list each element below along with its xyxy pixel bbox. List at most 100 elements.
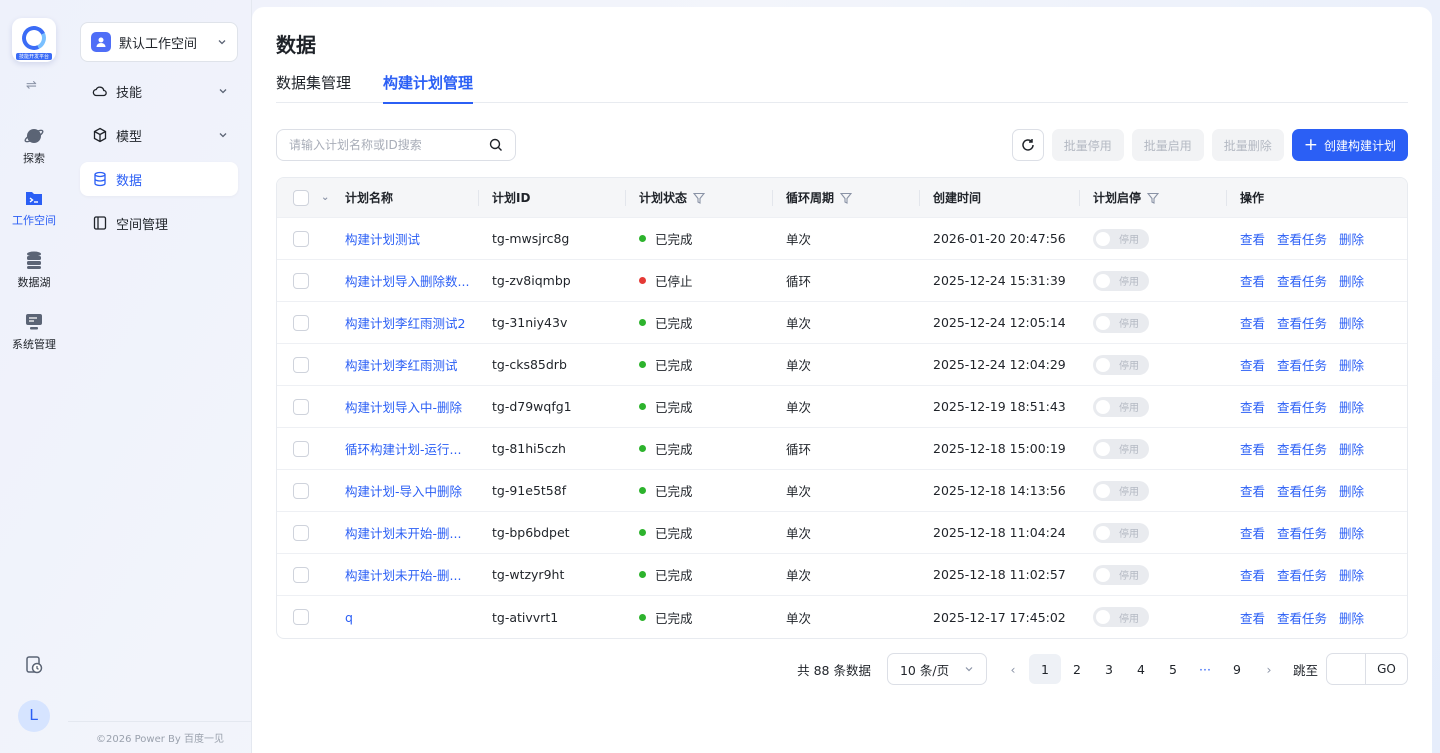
filter-icon[interactable] — [840, 192, 853, 204]
delete-link[interactable]: 删除 — [1339, 271, 1364, 290]
row-checkbox[interactable] — [293, 398, 309, 415]
nav-item-space-management[interactable]: 空间管理 — [80, 206, 238, 240]
go-button[interactable]: GO — [1366, 653, 1408, 685]
page-number[interactable]: 4 — [1125, 654, 1157, 684]
batch-delete-button[interactable]: 批量删除 — [1211, 129, 1284, 161]
delete-link[interactable]: 删除 — [1339, 313, 1364, 332]
page-number[interactable]: 2 — [1061, 654, 1093, 684]
select-all-checkbox[interactable] — [293, 189, 309, 206]
view-tasks-link[interactable]: 查看任务 — [1277, 439, 1327, 458]
next-page-icon[interactable]: › — [1253, 654, 1285, 684]
row-checkbox[interactable] — [293, 314, 309, 331]
row-checkbox[interactable] — [293, 566, 309, 583]
prev-page-icon[interactable]: ‹ — [997, 654, 1029, 684]
view-link[interactable]: 查看 — [1240, 313, 1265, 332]
view-tasks-link[interactable]: 查看任务 — [1277, 313, 1327, 332]
page-number[interactable]: 9 — [1221, 654, 1253, 684]
avatar[interactable]: L — [18, 700, 50, 732]
rail-item-explore[interactable]: 探索 — [0, 126, 68, 166]
plan-name-link[interactable]: 构建计划导入中-删除 — [331, 386, 478, 427]
switch-icon[interactable]: ⇌ — [26, 78, 37, 93]
plan-name-link[interactable]: 构建计划测试 — [331, 218, 478, 259]
view-tasks-link[interactable]: 查看任务 — [1277, 481, 1327, 500]
search-input[interactable] — [289, 138, 489, 152]
plan-toggle-switch[interactable]: 停用 — [1093, 228, 1149, 249]
batch-start-button[interactable]: 批量启用 — [1131, 129, 1204, 161]
page-number[interactable]: 1 — [1028, 654, 1061, 684]
view-tasks-link[interactable]: 查看任务 — [1277, 355, 1327, 374]
page-ellipsis[interactable]: ··· — [1189, 654, 1221, 684]
chevron-down-icon[interactable]: ⌄ — [321, 192, 329, 203]
filter-icon[interactable] — [693, 192, 706, 204]
app-logo[interactable]: 技能开发平台 — [12, 18, 56, 62]
delete-link[interactable]: 删除 — [1339, 397, 1364, 416]
delete-link[interactable]: 删除 — [1339, 229, 1364, 248]
row-checkbox[interactable] — [293, 524, 309, 541]
view-tasks-link[interactable]: 查看任务 — [1277, 397, 1327, 416]
delete-link[interactable]: 删除 — [1339, 439, 1364, 458]
plan-name-link[interactable]: 构建计划李红雨测试 — [331, 344, 478, 385]
view-tasks-link[interactable]: 查看任务 — [1277, 565, 1327, 584]
filter-icon[interactable] — [1147, 192, 1160, 204]
view-tasks-link[interactable]: 查看任务 — [1277, 608, 1327, 627]
view-link[interactable]: 查看 — [1240, 565, 1265, 584]
history-doc-icon[interactable] — [24, 655, 44, 675]
plan-name-link[interactable]: 循环构建计划-运行... — [331, 428, 478, 469]
delete-link[interactable]: 删除 — [1339, 523, 1364, 542]
view-link[interactable]: 查看 — [1240, 271, 1265, 290]
plan-toggle-switch[interactable]: 停用 — [1093, 564, 1149, 585]
search-icon[interactable] — [489, 138, 503, 152]
jump-input[interactable] — [1326, 653, 1366, 685]
delete-link[interactable]: 删除 — [1339, 608, 1364, 627]
delete-link[interactable]: 删除 — [1339, 481, 1364, 500]
row-checkbox[interactable] — [293, 356, 309, 373]
row-checkbox[interactable] — [293, 230, 309, 247]
plan-name-link[interactable]: 构建计划-导入中删除 — [331, 470, 478, 511]
main-panel: 数据 数据集管理 构建计划管理 批量停用 批量启用 批量删除 + 创建构建计划 … — [252, 7, 1432, 753]
plan-name-link[interactable]: 构建计划李红雨测试2 — [331, 302, 478, 343]
view-link[interactable]: 查看 — [1240, 523, 1265, 542]
nav-item-models[interactable]: 模型 — [80, 118, 238, 152]
tab-build-plans[interactable]: 构建计划管理 — [383, 71, 474, 104]
workspace-selector[interactable]: 默认工作空间 — [80, 22, 238, 62]
plan-name-link[interactable]: 构建计划未开始-删... — [331, 512, 478, 553]
plan-name-link[interactable]: q — [331, 596, 478, 638]
view-link[interactable]: 查看 — [1240, 439, 1265, 458]
page-size-select[interactable]: 10 条/页 — [886, 653, 987, 685]
plan-toggle-switch[interactable]: 停用 — [1093, 438, 1149, 459]
view-tasks-link[interactable]: 查看任务 — [1277, 271, 1327, 290]
view-link[interactable]: 查看 — [1240, 481, 1265, 500]
view-tasks-link[interactable]: 查看任务 — [1277, 523, 1327, 542]
rail-item-workspace[interactable]: 工作空间 — [0, 188, 68, 228]
tab-datasets[interactable]: 数据集管理 — [276, 71, 351, 103]
rail-item-system[interactable]: 系统管理 — [0, 312, 68, 352]
row-checkbox[interactable] — [293, 482, 309, 499]
batch-stop-button[interactable]: 批量停用 — [1051, 129, 1124, 161]
delete-link[interactable]: 删除 — [1339, 565, 1364, 584]
nav-item-data[interactable]: 数据 — [80, 162, 238, 196]
view-link[interactable]: 查看 — [1240, 229, 1265, 248]
plan-toggle-switch[interactable]: 停用 — [1093, 312, 1149, 333]
page-number[interactable]: 3 — [1093, 654, 1125, 684]
plan-toggle-switch[interactable]: 停用 — [1093, 270, 1149, 291]
page-number[interactable]: 5 — [1157, 654, 1189, 684]
nav-item-skills[interactable]: 技能 — [80, 74, 238, 108]
create-plan-button[interactable]: + 创建构建计划 — [1291, 129, 1408, 161]
plan-toggle-switch[interactable]: 停用 — [1093, 522, 1149, 543]
view-link[interactable]: 查看 — [1240, 608, 1265, 627]
view-link[interactable]: 查看 — [1240, 355, 1265, 374]
rail-item-datalake[interactable]: 数据湖 — [0, 250, 68, 290]
refresh-button[interactable] — [1011, 129, 1044, 161]
row-checkbox[interactable] — [293, 272, 309, 289]
row-checkbox[interactable] — [293, 609, 309, 625]
delete-link[interactable]: 删除 — [1339, 355, 1364, 374]
plan-toggle-switch[interactable]: 停用 — [1093, 354, 1149, 375]
plan-toggle-switch[interactable]: 停用 — [1093, 480, 1149, 501]
plan-name-link[interactable]: 构建计划未开始-删... — [331, 554, 478, 595]
view-link[interactable]: 查看 — [1240, 397, 1265, 416]
plan-toggle-switch[interactable]: 停用 — [1093, 607, 1149, 627]
row-checkbox[interactable] — [293, 440, 309, 457]
view-tasks-link[interactable]: 查看任务 — [1277, 229, 1327, 248]
plan-name-link[interactable]: 构建计划导入删除数... — [331, 260, 478, 301]
plan-toggle-switch[interactable]: 停用 — [1093, 396, 1149, 417]
